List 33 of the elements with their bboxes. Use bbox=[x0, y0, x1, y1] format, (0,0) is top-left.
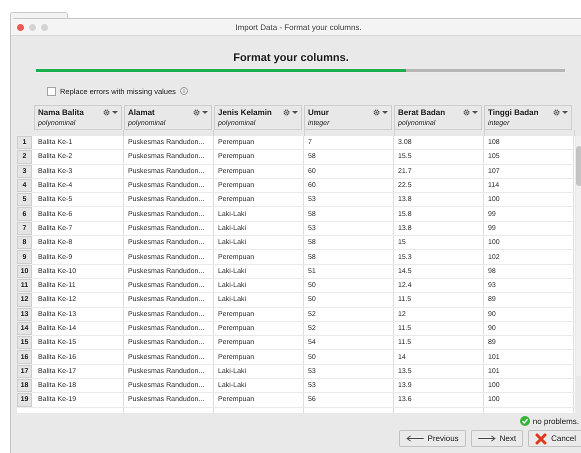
gear-icon[interactable] bbox=[553, 109, 560, 116]
caret-icon[interactable] bbox=[472, 110, 478, 115]
gear-icon[interactable] bbox=[283, 109, 290, 116]
column-name: Tinggi Badan bbox=[488, 108, 540, 117]
caret-icon[interactable] bbox=[292, 110, 298, 115]
gear-icon[interactable] bbox=[373, 109, 380, 116]
next-button[interactable]: Next bbox=[470, 430, 524, 447]
info-icon[interactable] bbox=[180, 87, 188, 95]
cross-icon bbox=[535, 432, 548, 444]
scrollbar[interactable] bbox=[576, 136, 581, 376]
gear-icon[interactable] bbox=[463, 109, 470, 116]
column-name: Umur bbox=[308, 108, 330, 117]
caret-icon[interactable] bbox=[112, 110, 118, 115]
gear-icon[interactable] bbox=[103, 109, 110, 116]
close-button[interactable] bbox=[17, 24, 24, 30]
step-heading: Format your columns. bbox=[232, 52, 350, 64]
right-arrow-icon bbox=[478, 435, 496, 442]
caret-icon[interactable] bbox=[382, 110, 388, 115]
checkbox[interactable] bbox=[47, 86, 56, 96]
scrollbar-thumb[interactable] bbox=[576, 146, 581, 186]
check-icon bbox=[520, 416, 530, 426]
window-title: Import Data - Format your columns. bbox=[234, 22, 363, 32]
caret-icon[interactable] bbox=[562, 110, 568, 115]
column-name: Berat Badan bbox=[398, 108, 446, 117]
column-name: Jenis Kelamin bbox=[218, 108, 273, 117]
status-text: no problems. bbox=[532, 416, 579, 426]
left-arrow-icon bbox=[406, 435, 424, 442]
column-name: Alamat bbox=[128, 108, 156, 117]
gear-icon[interactable] bbox=[193, 109, 200, 116]
cancel-button[interactable]: Cancel bbox=[528, 430, 581, 447]
caret-icon[interactable] bbox=[202, 110, 208, 115]
previous-button[interactable]: Previous bbox=[398, 430, 466, 447]
column-name: Nama Balita bbox=[38, 108, 85, 117]
